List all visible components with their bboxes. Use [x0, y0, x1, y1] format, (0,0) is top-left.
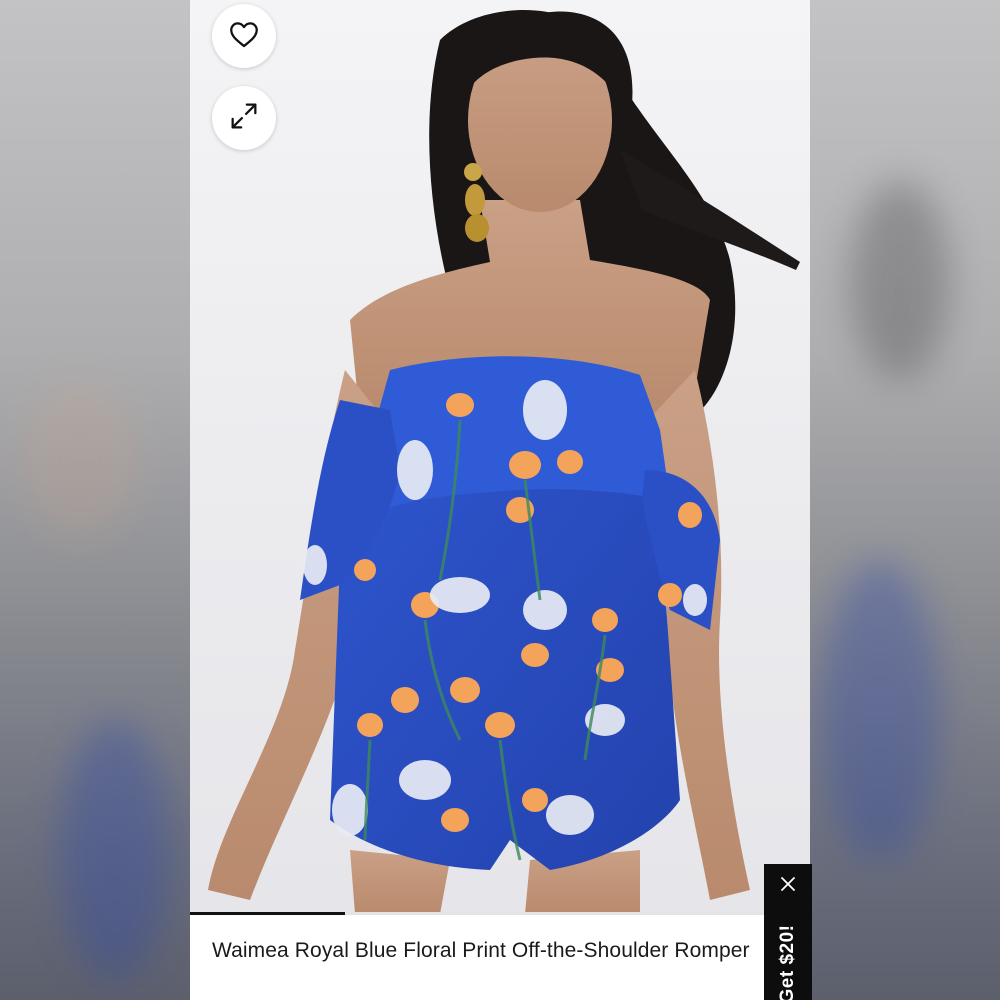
close-icon	[780, 876, 796, 897]
product-photo[interactable]	[190, 0, 810, 914]
blurred-backdrop-right	[810, 0, 1000, 1000]
promo-tab[interactable]: Get $20!	[764, 864, 812, 1000]
heart-icon	[227, 17, 261, 56]
expand-arrows-icon	[227, 99, 261, 138]
app-root: Waimea Royal Blue Floral Print Off-the-S…	[0, 0, 1000, 1000]
expand-image-button[interactable]	[212, 86, 276, 150]
product-card: Waimea Royal Blue Floral Print Off-the-S…	[190, 0, 810, 1000]
model-illustration	[208, 10, 800, 914]
gallery-progress-fill	[190, 912, 345, 915]
promo-label: Get $20!	[777, 924, 798, 1000]
like-button[interactable]	[212, 4, 276, 68]
blurred-backdrop-left	[0, 0, 190, 1000]
product-title: Waimea Royal Blue Floral Print Off-the-S…	[212, 939, 750, 962]
promo-close-button[interactable]	[764, 872, 812, 900]
gallery-progress-bar	[190, 912, 810, 915]
